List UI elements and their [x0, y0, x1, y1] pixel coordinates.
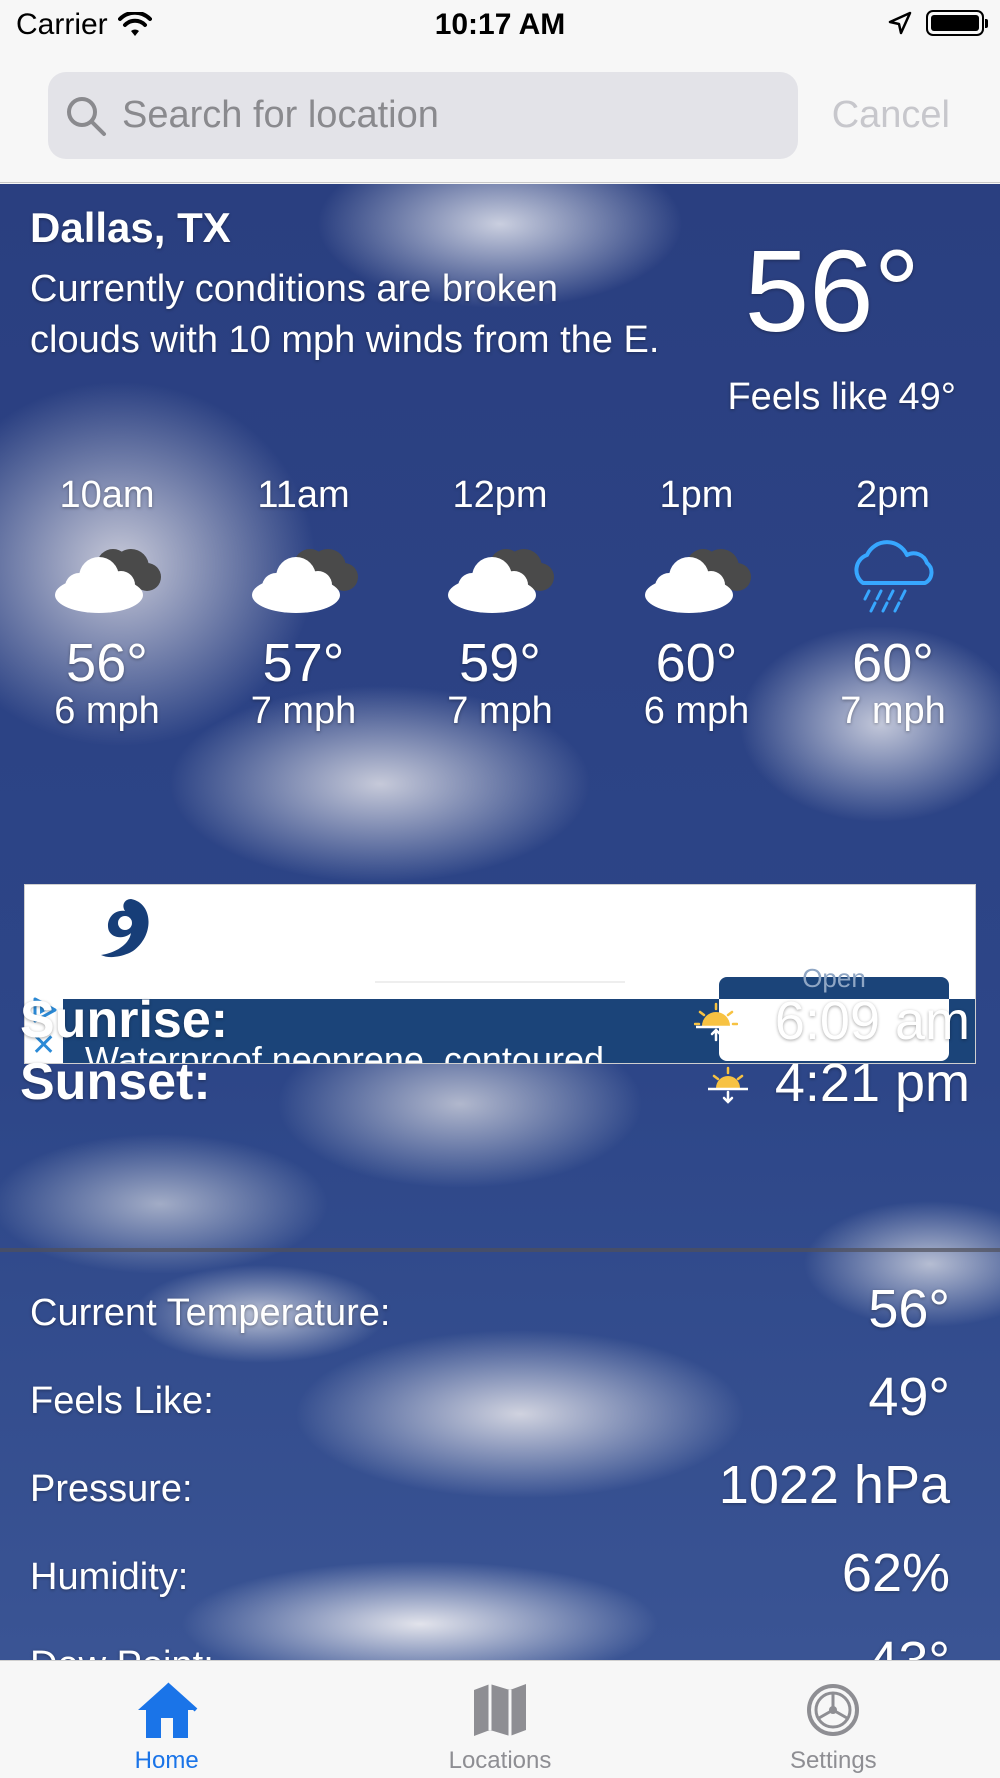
hourly-item: 12pm 59° 7 mph — [405, 474, 595, 733]
battery-icon — [926, 10, 988, 36]
hour-temperature: 60° — [852, 633, 934, 693]
hour-label: 12pm — [452, 474, 548, 516]
detail-row: Feels Like: 49° — [30, 1366, 950, 1436]
hour-wind: 6 mph — [54, 690, 160, 732]
ad-logo-icon — [101, 899, 149, 958]
partly-cloudy-icon — [644, 549, 751, 613]
home-icon — [137, 1682, 197, 1738]
detail-label: Current Temperature: — [30, 1292, 391, 1334]
ad-divider — [375, 981, 625, 983]
sunset-time: 4:21 pm — [774, 1053, 970, 1113]
hour-label: 2pm — [856, 474, 930, 516]
hourly-item: 1pm 60° 6 mph — [602, 474, 792, 733]
detail-value: 1022 hPa — [718, 1455, 950, 1515]
hour-wind: 6 mph — [643, 690, 750, 732]
partly-cloudy-icon — [251, 549, 358, 613]
hourly-item: 2pm 60° 7 mph — [798, 474, 988, 733]
city-name: Dallas, TX — [30, 204, 231, 251]
partly-cloudy-icon — [448, 549, 554, 613]
detail-row: Dew Point: 43° — [30, 1630, 950, 1660]
current-temperature: 56° — [744, 226, 920, 356]
map-icon — [473, 1684, 526, 1736]
detail-row: Current Temperature: 56° — [30, 1278, 950, 1348]
status-right — [888, 10, 988, 36]
partly-cloudy-icon — [55, 549, 161, 613]
sunset-row: Sunset: 4:21 pm — [20, 1052, 970, 1114]
hour-temperature: 60° — [655, 633, 738, 693]
detail-row: Pressure: 1022 hPa — [30, 1454, 950, 1524]
hour-wind: 7 mph — [840, 690, 946, 732]
tab-label: Locations — [448, 1747, 552, 1774]
hour-label: 1pm — [659, 474, 734, 516]
detail-value: 49° — [868, 1367, 950, 1427]
tab-locations[interactable]: Locations — [375, 1661, 625, 1778]
cancel-button[interactable]: Cancel — [832, 94, 950, 137]
detail-label: Dew Point: — [30, 1644, 214, 1660]
detail-label: Feels Like: — [30, 1380, 214, 1422]
hour-label: 10am — [59, 474, 155, 516]
conditions-summary: Currently conditions are broken clouds w… — [30, 268, 660, 361]
hourly-item: 11am 57° 7 mph — [209, 474, 399, 733]
detail-label: Pressure: — [30, 1468, 193, 1510]
feels-like: Feels like 49° — [727, 376, 956, 418]
sunset-icon — [708, 1066, 748, 1104]
detail-value: 62% — [841, 1543, 950, 1603]
hourly-item: 10am 56° 6 mph — [12, 474, 202, 733]
hour-temperature: 56° — [66, 633, 148, 693]
tab-label: Home — [134, 1747, 199, 1774]
hour-wind: 7 mph — [447, 690, 553, 732]
sunrise-label: Sunrise: — [20, 991, 229, 1049]
detail-value: 43° — [868, 1630, 950, 1660]
tab-bar: Home Locations Settings — [0, 1660, 1000, 1778]
weather-content[interactable]: Dallas, TX Currently conditions are brok… — [0, 184, 1000, 1660]
sunrise-icon — [694, 1002, 738, 1042]
search-icon — [67, 96, 106, 136]
gear-icon — [807, 1684, 860, 1736]
tab-label: Settings — [789, 1747, 877, 1774]
status-time: 10:17 AM — [434, 8, 566, 41]
location-arrow-icon — [888, 11, 912, 35]
tab-home[interactable]: Home — [42, 1661, 292, 1778]
status-bar: Carrier 10:17 AM — [0, 0, 1000, 50]
sunset-label: Sunset: — [20, 1053, 211, 1111]
hour-wind: 7 mph — [250, 690, 357, 732]
section-divider — [0, 1248, 1000, 1252]
detail-label: Humidity: — [30, 1556, 189, 1598]
sunrise-time: 6:09 am — [774, 991, 970, 1051]
rain-icon — [854, 540, 934, 613]
hour-label: 11am — [257, 474, 350, 516]
hourly-forecast[interactable]: 10am 56° 6 mph 11am 57° 7 mph 12pm 59° 7… — [12, 474, 988, 733]
search-input[interactable] — [122, 94, 762, 137]
hour-temperature: 57° — [262, 633, 345, 693]
tab-settings[interactable]: Settings — [708, 1661, 958, 1778]
hour-temperature: 59° — [459, 633, 541, 693]
search-area: Cancel — [0, 50, 1000, 183]
detail-value: 56° — [868, 1279, 950, 1339]
search-bar[interactable] — [48, 72, 798, 159]
sunrise-row: Sunrise: 6:09 am — [20, 990, 970, 1052]
detail-row: Humidity: 62% — [30, 1542, 950, 1612]
